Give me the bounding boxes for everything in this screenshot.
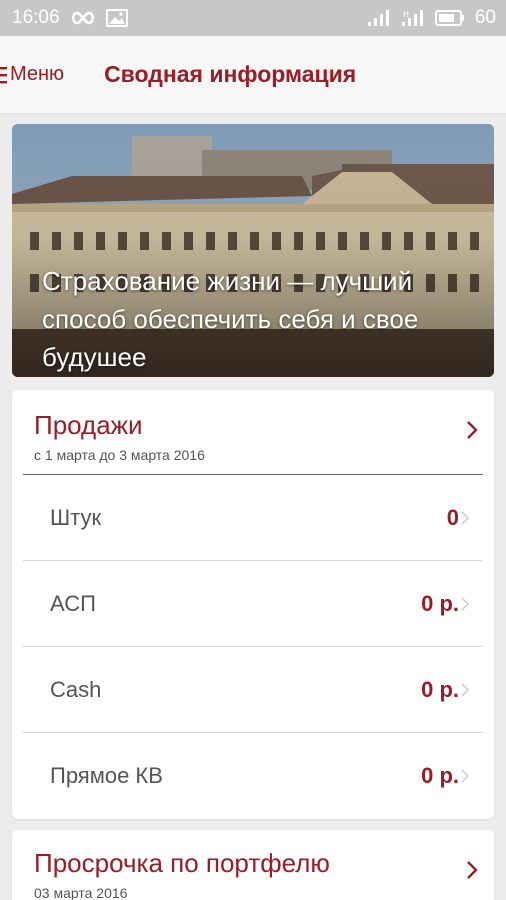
sales-card: Продажи с 1 марта до 3 марта 2016 Штук 0… <box>12 390 494 819</box>
chevron-right-icon <box>466 860 478 880</box>
row-value: 0 р. <box>421 590 459 616</box>
menu-button[interactable]: Меню <box>0 36 64 113</box>
signal-h-icon: H <box>401 9 425 27</box>
hero-banner[interactable]: Страхование жизни — лучший способ обеспе… <box>12 124 494 377</box>
overdue-card-header[interactable]: Просрочка по портфелю 03 марта 2016 <box>12 830 494 900</box>
signal-icon <box>367 9 391 27</box>
sales-row-cash[interactable]: Cash 0 р. <box>23 647 483 733</box>
battery-icon <box>434 9 465 27</box>
status-time: 16:06 <box>12 7 60 28</box>
hero-text: Страхование жизни — лучший способ обеспе… <box>42 266 419 372</box>
overdue-card: Просрочка по портфелю 03 марта 2016 <box>12 830 494 900</box>
sales-card-header[interactable]: Продажи с 1 марта до 3 марта 2016 <box>12 390 494 474</box>
page-title: Сводная информация <box>104 61 357 87</box>
row-value: 0 р. <box>421 676 459 702</box>
sales-row-count[interactable]: Штук 0 <box>23 475 483 561</box>
image-icon <box>105 9 128 27</box>
sales-card-period: с 1 марта до 3 марта 2016 <box>34 447 205 463</box>
sales-row-asp[interactable]: АСП 0 р. <box>23 561 483 647</box>
sales-row-direct-kv[interactable]: Прямое КВ 0 р. <box>23 733 483 819</box>
chevron-right-icon <box>461 596 469 611</box>
row-label: АСП <box>50 590 96 616</box>
sales-card-title: Продажи <box>34 410 143 440</box>
battery-level: 60 <box>474 7 496 28</box>
menu-label: Меню <box>10 63 65 85</box>
chevron-right-icon <box>461 682 469 697</box>
svg-text:H: H <box>403 10 409 19</box>
row-value: 0 р. <box>421 763 459 788</box>
app-bar: Меню Сводная информация <box>0 36 506 114</box>
status-bar: 16:06 H 60 <box>0 0 506 36</box>
row-label: Прямое КВ <box>50 763 163 788</box>
infinity-icon <box>70 11 96 25</box>
row-value: 0 <box>446 504 459 530</box>
chevron-right-icon <box>461 510 469 525</box>
hamburger-icon <box>0 65 8 85</box>
chevron-right-icon <box>466 420 478 440</box>
overdue-card-date: 03 марта 2016 <box>34 885 128 900</box>
chevron-right-icon <box>461 769 469 783</box>
row-label: Штук <box>50 504 102 530</box>
row-label: Cash <box>50 676 102 702</box>
overdue-card-title: Просрочка по портфелю <box>34 848 330 878</box>
